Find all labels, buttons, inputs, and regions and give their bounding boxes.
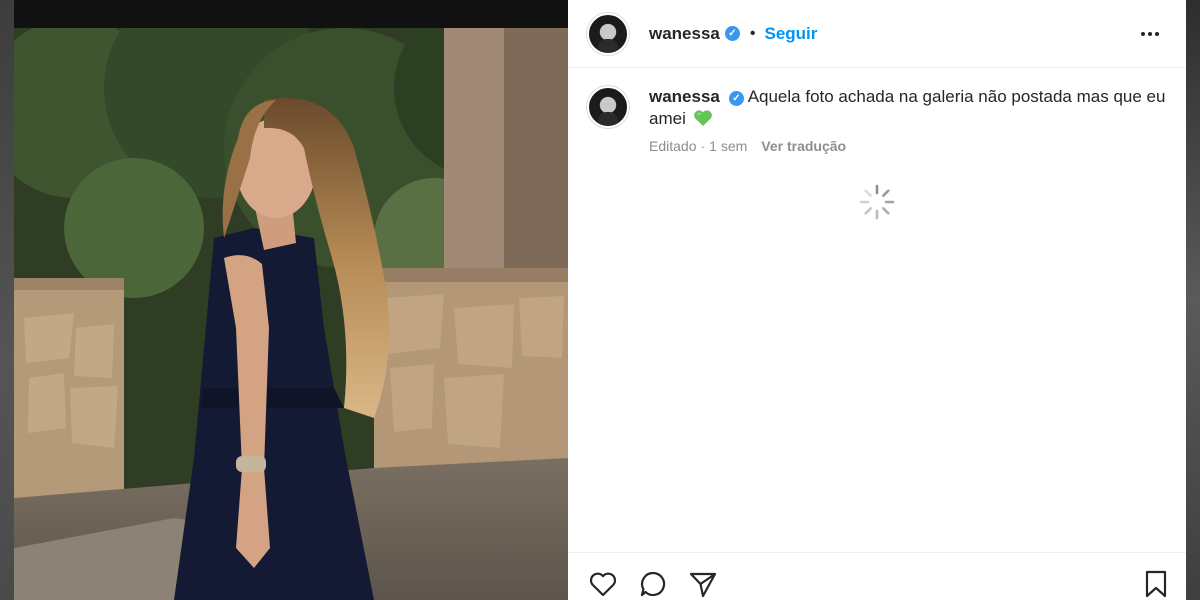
send-icon[interactable] xyxy=(688,569,718,599)
caption-verified-badge-icon: ✓ xyxy=(728,91,744,106)
caption-text: Aquela foto achada na galeria não postad… xyxy=(649,87,1166,128)
post-photo-illustration xyxy=(14,28,568,600)
caption-author-avatar[interactable] xyxy=(587,86,629,128)
post-photo[interactable] xyxy=(14,28,568,600)
backdrop-right xyxy=(1186,0,1200,600)
caption-body: wanessa ✓ Aquela foto achada na galeria n… xyxy=(649,86,1169,154)
author-avatar[interactable] xyxy=(587,12,629,55)
edited-label: Editado xyxy=(649,138,697,154)
comment-icon[interactable] xyxy=(638,569,668,599)
post-header: wanessa ✓ • Seguir xyxy=(568,0,1186,68)
caption-meta: Editado · 1 sem Ver tradução xyxy=(649,138,1169,154)
caption-text-block: wanessa ✓ Aquela foto achada na galeria n… xyxy=(649,86,1169,130)
verified-badge-icon: ✓ xyxy=(724,26,740,41)
post-detail-panel: wanessa ✓ • Seguir wanessa ✓ Aquela foto … xyxy=(568,0,1186,600)
more-options-icon[interactable] xyxy=(1138,22,1162,46)
author-username[interactable]: wanessa xyxy=(649,24,720,44)
green-heart-icon xyxy=(693,110,712,126)
bookmark-icon[interactable] xyxy=(1141,569,1171,599)
post-caption: wanessa ✓ Aquela foto achada na galeria n… xyxy=(587,86,1167,154)
see-translation-link[interactable]: Ver tradução xyxy=(761,138,846,154)
backdrop-top xyxy=(14,0,568,28)
backdrop-left xyxy=(0,0,14,600)
caption-author-username[interactable]: wanessa xyxy=(649,87,720,106)
post-actions-bar xyxy=(568,552,1186,600)
meta-separator: · xyxy=(700,138,706,154)
follow-button[interactable]: Seguir xyxy=(765,24,818,44)
heart-icon[interactable] xyxy=(588,569,618,599)
loading-spinner-icon xyxy=(859,184,895,220)
post-time[interactable]: 1 sem xyxy=(709,138,747,154)
header-separator: • xyxy=(749,24,756,42)
